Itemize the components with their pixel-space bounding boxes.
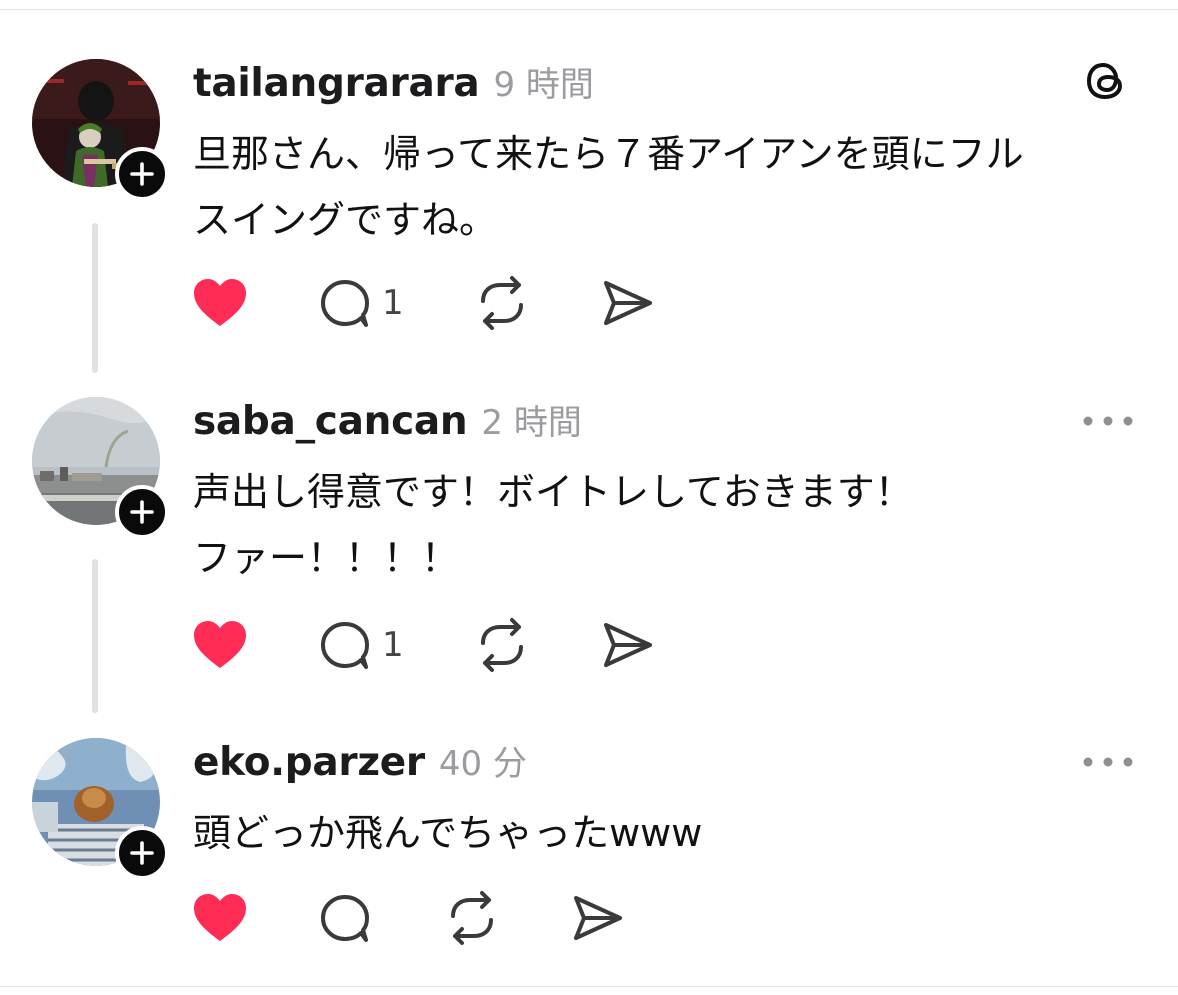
heart-icon	[194, 279, 246, 326]
share-button[interactable]	[602, 273, 654, 333]
repost-icon	[481, 618, 523, 672]
reply-button[interactable]: 1	[318, 615, 404, 675]
post-text-line: ファー！！！！	[193, 536, 460, 580]
like-button[interactable]	[192, 615, 248, 675]
post-header: eko.parzer 40 分	[193, 736, 527, 785]
post-header: tailangrarara 9 時間	[193, 57, 594, 106]
like-button[interactable]	[192, 273, 248, 333]
username[interactable]: eko.parzer	[193, 740, 425, 785]
post-text-line: スイングですね。	[193, 198, 498, 242]
heart-icon	[194, 621, 246, 668]
more-icon[interactable]	[1082, 415, 1134, 427]
comment-icon	[321, 622, 369, 669]
reply-count: 1	[382, 625, 404, 665]
follow-button[interactable]	[115, 147, 169, 201]
share-button[interactable]	[572, 888, 624, 948]
timestamp: 2 時間	[481, 403, 582, 443]
send-icon	[574, 896, 622, 940]
plus-icon	[130, 500, 154, 524]
action-bar	[0, 888, 1178, 948]
send-icon	[604, 623, 652, 667]
like-button[interactable]	[192, 888, 248, 948]
repost-icon	[451, 891, 493, 945]
repost-button[interactable]	[444, 888, 500, 948]
comment-icon	[321, 280, 369, 327]
post-header: saba_cancan 2 時間	[193, 395, 582, 444]
top-divider	[0, 9, 1178, 10]
plus-icon	[130, 162, 154, 186]
reply-button[interactable]: 1	[318, 273, 404, 333]
post-text-line: 声出し得意です！ボイトレしておきます！	[193, 470, 913, 514]
timestamp: 9 時間	[493, 65, 594, 105]
action-bar: 1	[0, 273, 1178, 333]
action-bar: 1	[0, 615, 1178, 675]
repost-button[interactable]	[474, 273, 530, 333]
share-button[interactable]	[602, 615, 654, 675]
post-text-line: 旦那さん、帰って来たら７番アイアンを頭にフル	[193, 132, 1024, 176]
post-item: tailangrarara 9 時間 旦那さん、帰って来たら７番アイアンを頭にフ…	[0, 55, 1178, 385]
username[interactable]: tailangrarara	[193, 61, 480, 106]
bottom-divider	[0, 986, 1178, 987]
post-text: 頭どっか飛んでちゃったwww	[193, 800, 1143, 866]
follow-button[interactable]	[115, 485, 169, 539]
repost-icon	[481, 276, 523, 330]
reply-count: 1	[382, 283, 404, 323]
post-item: saba_cancan 2 時間 声出し得意です！ボイトレしておきます！ ファー…	[0, 393, 1178, 723]
comment-icon	[321, 895, 369, 942]
repost-button[interactable]	[474, 615, 530, 675]
reply-button[interactable]	[318, 888, 374, 948]
post-text-line: 頭どっか飛んでちゃったwww	[193, 811, 703, 855]
timestamp: 40 分	[438, 744, 527, 784]
post-text: 声出し得意です！ボイトレしておきます！ ファー！！！！	[193, 459, 1143, 591]
username[interactable]: saba_cancan	[193, 399, 468, 444]
post-text: 旦那さん、帰って来たら７番アイアンを頭にフル スイングですね。	[193, 121, 1143, 253]
plus-icon	[130, 841, 154, 865]
heart-icon	[194, 894, 246, 941]
post-item: eko.parzer 40 分 頭どっか飛んでちゃったwww	[0, 734, 1178, 974]
more-icon[interactable]	[1082, 756, 1134, 768]
send-icon	[604, 281, 652, 325]
threads-logo-icon	[1083, 57, 1131, 105]
follow-button[interactable]	[115, 826, 169, 880]
